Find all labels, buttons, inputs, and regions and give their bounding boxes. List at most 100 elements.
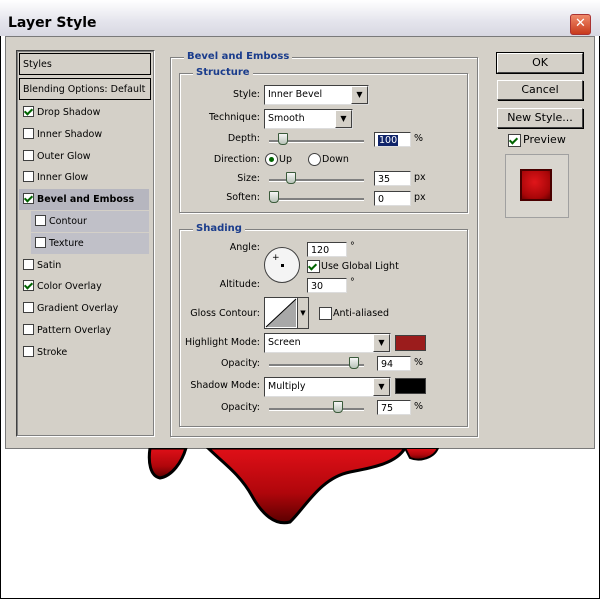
chevron-down-icon: ▼	[351, 86, 368, 104]
depth-label: Depth:	[227, 133, 260, 144]
window-title: Layer Style	[8, 15, 97, 31]
size-unit: px	[414, 172, 426, 183]
style-item-checkbox[interactable]	[35, 215, 46, 226]
style-item-label: Drop Shadow	[37, 107, 101, 118]
style-item-outer-glow[interactable]: Outer Glow	[19, 146, 149, 167]
soften-label: Soften:	[226, 192, 260, 203]
style-item-inner-shadow[interactable]: Inner Shadow	[19, 124, 149, 145]
shadow-mode-label: Shadow Mode:	[190, 380, 260, 391]
highlight-opacity-slider[interactable]	[269, 357, 364, 369]
shadow-opacity-label: Opacity:	[220, 402, 260, 413]
shading-title: Shading	[193, 223, 245, 234]
highlight-mode-select[interactable]: Screen ▼	[264, 333, 391, 353]
style-item-bevel-and-emboss[interactable]: Bevel and Emboss	[19, 189, 149, 211]
technique-select[interactable]: Smooth ▼	[264, 109, 353, 129]
style-item-stroke[interactable]: Stroke	[19, 342, 149, 363]
gloss-contour-picker[interactable]	[264, 297, 298, 329]
size-slider[interactable]	[269, 172, 364, 184]
gloss-contour-label: Gloss Contour:	[190, 308, 260, 319]
style-select[interactable]: Inner Bevel ▼	[264, 85, 369, 105]
ok-button[interactable]: OK	[496, 52, 584, 74]
shadow-mode-select[interactable]: Multiply ▼	[264, 377, 391, 397]
soften-slider[interactable]	[269, 191, 364, 203]
style-item-label: Gradient Overlay	[37, 303, 119, 315]
style-item-label: Pattern Overlay	[37, 325, 112, 336]
style-item-label: Contour	[49, 216, 87, 227]
angle-dial-center	[281, 264, 284, 267]
depth-unit: %	[414, 133, 424, 144]
anti-aliased-label: Anti-aliased	[333, 308, 390, 319]
new-style-button[interactable]: New Style...	[497, 108, 583, 128]
depth-input[interactable]: 100	[374, 132, 411, 147]
close-button[interactable]: ✕	[570, 14, 591, 35]
anti-aliased-checkbox[interactable]	[319, 307, 332, 320]
global-light-label: Use Global Light	[321, 261, 399, 272]
shadow-opacity-input[interactable]: 75	[377, 400, 411, 415]
style-item-checkbox[interactable]	[23, 149, 34, 161]
style-item-texture[interactable]: Texture	[31, 232, 149, 254]
angle-input[interactable]: 120	[307, 242, 347, 257]
size-input[interactable]: 35	[374, 171, 411, 186]
style-item-inner-glow[interactable]: Inner Glow	[19, 167, 149, 188]
cancel-button[interactable]: Cancel	[497, 80, 583, 100]
shadow-opacity-unit: %	[414, 401, 424, 412]
style-item-checkbox[interactable]	[23, 106, 34, 117]
preview-swatch	[520, 169, 552, 201]
altitude-unit: °	[350, 277, 355, 288]
style-item-checkbox[interactable]	[23, 193, 34, 205]
direction-up-label: Up	[279, 154, 292, 165]
global-light-checkbox[interactable]	[307, 260, 320, 273]
altitude-input[interactable]: 30	[307, 278, 347, 293]
style-item-checkbox[interactable]	[23, 171, 34, 183]
direction-down-radio[interactable]	[308, 153, 321, 166]
style-item-color-overlay[interactable]: Color Overlay	[19, 276, 149, 297]
depth-slider-thumb[interactable]	[277, 133, 288, 145]
style-item-checkbox[interactable]	[23, 258, 34, 270]
soften-input[interactable]: 0	[374, 191, 411, 206]
depth-slider[interactable]	[269, 133, 364, 145]
style-item-gradient-overlay[interactable]: Gradient Overlay	[19, 298, 149, 319]
style-item-pattern-overlay[interactable]: Pattern Overlay	[19, 320, 149, 341]
highlight-opacity-thumb[interactable]	[348, 357, 359, 369]
style-item-checkbox[interactable]	[23, 302, 34, 314]
preview-thumbnail	[505, 154, 569, 218]
preview-checkbox[interactable]	[508, 134, 521, 147]
angle-unit: °	[350, 241, 355, 252]
style-item-checkbox[interactable]	[23, 345, 34, 357]
bevel-emboss-title: Bevel and Emboss	[184, 51, 293, 62]
chevron-down-icon: ▼	[373, 378, 390, 396]
style-label: Style:	[232, 89, 260, 100]
style-item-checkbox[interactable]	[35, 236, 46, 248]
direction-up-radio[interactable]	[265, 153, 278, 166]
style-item-label: Texture	[49, 237, 84, 249]
shadow-color-swatch[interactable]	[395, 378, 426, 394]
blending-options[interactable]: Blending Options: Default	[19, 78, 151, 100]
highlight-opacity-input[interactable]: 94	[377, 356, 411, 371]
style-item-label: Color Overlay	[37, 281, 102, 293]
technique-label: Technique:	[208, 112, 260, 123]
shading-group	[179, 229, 468, 427]
highlight-opacity-unit: %	[414, 357, 424, 368]
style-item-checkbox[interactable]	[23, 324, 34, 335]
shadow-opacity-slider[interactable]	[269, 401, 364, 413]
style-item-drop-shadow[interactable]: Drop Shadow	[19, 102, 149, 123]
soften-slider-thumb[interactable]	[269, 191, 279, 203]
style-value: Inner Bevel	[268, 89, 323, 100]
caret-down-icon[interactable]: ▼	[297, 297, 309, 329]
technique-value: Smooth	[268, 113, 305, 124]
styles-header[interactable]: Styles	[19, 53, 151, 75]
title-bar: Layer Style ✕	[0, 0, 600, 36]
angle-label: Angle:	[229, 242, 260, 253]
angle-dial[interactable]: +	[264, 247, 300, 283]
contour-linear-icon	[265, 298, 297, 328]
style-item-checkbox[interactable]	[23, 280, 34, 292]
style-item-checkbox[interactable]	[23, 127, 34, 139]
shadow-opacity-thumb[interactable]	[332, 401, 343, 413]
direction-label: Direction:	[213, 154, 260, 165]
style-item-contour[interactable]: Contour	[31, 211, 149, 232]
artwork-drop-main	[205, 448, 407, 525]
size-slider-thumb[interactable]	[286, 172, 296, 184]
style-item-satin[interactable]: Satin	[19, 255, 149, 276]
highlight-color-swatch[interactable]	[395, 335, 426, 351]
structure-title: Structure	[193, 67, 253, 78]
